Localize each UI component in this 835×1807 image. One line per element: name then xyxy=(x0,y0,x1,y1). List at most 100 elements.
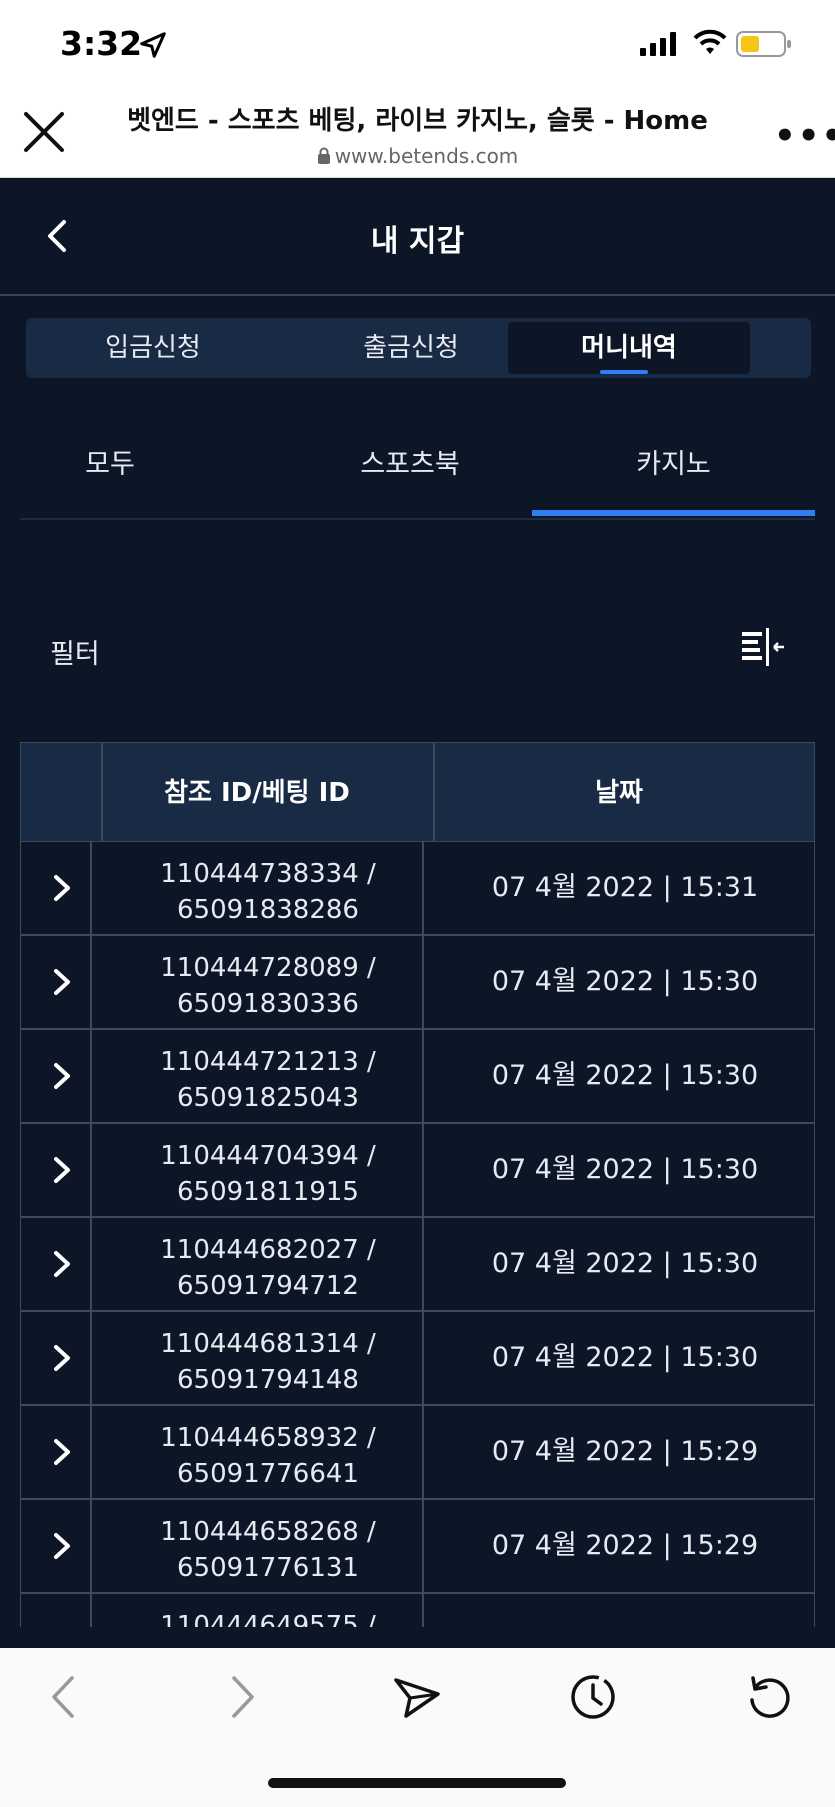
active-tab-indicator xyxy=(600,370,648,374)
table-row[interactable]: 110444721213 / 65091825043 07 4월 2022 | 15… xyxy=(20,1030,815,1124)
ref-id-cell: 110444682027 / 65091794712 xyxy=(103,1232,433,1304)
ref-id-cell: 110444658268 / 65091776131 xyxy=(103,1514,433,1586)
history-table: 참조 ID/베팅 ID 날짜 110444738334 / 65091838286… xyxy=(20,742,815,1627)
chevron-right-icon[interactable] xyxy=(51,1154,73,1186)
bet-id: 65091776131 xyxy=(177,1553,359,1583)
home-indicator xyxy=(268,1778,566,1788)
battery-icon xyxy=(736,31,791,57)
date-cell: 07 4월 2022 | 15:30 xyxy=(491,1060,759,1091)
tab-money-history[interactable]: 머니내역 xyxy=(508,322,750,374)
url-text: www.betends.com xyxy=(334,144,519,168)
table-row[interactable]: 110444682027 / 65091794712 07 4월 2022 | 15… xyxy=(20,1218,815,1312)
column-divider xyxy=(90,1218,92,1310)
status-bar: 3:32 xyxy=(0,0,835,92)
ref-id: 110444681314 / xyxy=(160,1329,376,1359)
reload-icon[interactable] xyxy=(744,1672,794,1722)
ref-id-cell: 110444704394 / 65091811915 xyxy=(103,1138,433,1210)
header-ref-id: 참조 ID/베팅 ID xyxy=(164,778,350,808)
table-row[interactable]: 110444704394 / 65091811915 07 4월 2022 | 15… xyxy=(20,1124,815,1218)
ref-id-cell: 110444728089 / 65091830336 xyxy=(103,950,433,1022)
tab-money-history-label: 머니내역 xyxy=(581,333,677,363)
ref-id: 110444682027 / xyxy=(160,1235,376,1265)
status-time: 3:32 xyxy=(60,24,143,63)
chevron-right-icon[interactable] xyxy=(51,1624,73,1627)
chevron-right-icon[interactable] xyxy=(51,1342,73,1374)
page-header: 내 지갑 xyxy=(0,178,835,296)
ref-id-cell: 110444721213 / 65091825043 xyxy=(103,1044,433,1116)
history-icon[interactable] xyxy=(568,1672,618,1722)
column-divider xyxy=(90,1500,92,1592)
column-divider xyxy=(90,1124,92,1216)
browser-page-title: 벳엔드 - 스포츠 베팅, 라이브 카지노, 슬롯 - Home xyxy=(127,106,708,136)
browser-header: 벳엔드 - 스포츠 베팅, 라이브 카지노, 슬롯 - Home www.bet… xyxy=(0,92,835,178)
share-icon[interactable] xyxy=(392,1672,442,1722)
header-date: 날짜 xyxy=(595,778,643,808)
table-row[interactable]: 110444658932 / 65091776641 07 4월 2022 | 15… xyxy=(20,1406,815,1500)
bet-id: 65091794712 xyxy=(177,1271,359,1301)
back-arrow-icon[interactable] xyxy=(40,1672,90,1722)
location-arrow-icon xyxy=(140,32,166,58)
tab-withdraw[interactable]: 출금신청 xyxy=(290,322,532,374)
forward-arrow-icon[interactable] xyxy=(216,1672,266,1722)
table-row[interactable]: 110444728089 / 65091830336 07 4월 2022 | 15… xyxy=(20,936,815,1030)
chevron-right-icon[interactable] xyxy=(51,872,73,904)
chevron-right-icon[interactable] xyxy=(51,966,73,998)
column-divider xyxy=(433,743,435,841)
lock-icon xyxy=(317,147,330,164)
more-icon[interactable]: ••• xyxy=(774,116,835,156)
table-row[interactable]: 110444681314 / 65091794148 07 4월 2022 | 15… xyxy=(20,1312,815,1406)
bet-id: 65091794148 xyxy=(177,1365,359,1395)
filter-panel-icon[interactable] xyxy=(740,628,788,668)
date-cell: 07 4월 2022 | 15:31 xyxy=(491,872,759,903)
chevron-right-icon[interactable] xyxy=(51,1248,73,1280)
browser-url[interactable]: www.betends.com xyxy=(100,144,735,168)
ref-id: 110444738334 / xyxy=(160,859,376,889)
chevron-right-icon[interactable] xyxy=(51,1436,73,1468)
ref-id: 110444658932 / xyxy=(160,1423,376,1453)
table-header: 참조 ID/베팅 ID 날짜 xyxy=(20,742,815,842)
ref-id: 110444649575 / xyxy=(160,1611,376,1627)
column-divider xyxy=(90,1406,92,1498)
ref-id-cell: 110444649575 / xyxy=(103,1608,433,1627)
ref-id-cell: 110444681314 / 65091794148 xyxy=(103,1326,433,1398)
ref-id-cell: 110444658932 / 65091776641 xyxy=(103,1420,433,1492)
ref-id: 110444728089 / xyxy=(160,953,376,983)
date-cell: 07 4월 2022 | 15:30 xyxy=(491,966,759,997)
subtab-casino[interactable]: 카지노 xyxy=(532,442,815,481)
table-row[interactable]: 110444658268 / 65091776131 07 4월 2022 | 15… xyxy=(20,1500,815,1594)
wallet-tabs: 입금신청 출금신청 머니내역 xyxy=(26,318,811,378)
cellular-signal-icon xyxy=(640,32,676,56)
tab-deposit[interactable]: 입금신청 xyxy=(32,322,274,374)
page-title: 내 지갑 xyxy=(370,224,465,259)
subtab-sportsbook[interactable]: 스포츠북 xyxy=(260,442,560,481)
ref-id: 110444721213 / xyxy=(160,1047,376,1077)
date-cell xyxy=(435,1594,815,1627)
column-divider xyxy=(90,1594,92,1627)
date-cell: 07 4월 2022 | 15:29 xyxy=(491,1436,759,1467)
ref-id: 110444704394 / xyxy=(160,1141,376,1171)
bet-id: 65091830336 xyxy=(177,989,359,1019)
subtab-all[interactable]: 모두 xyxy=(20,442,200,481)
bet-id: 65091776641 xyxy=(177,1459,359,1489)
bet-id: 65091811915 xyxy=(177,1177,359,1207)
ref-id: 110444658268 / xyxy=(160,1517,376,1547)
bet-id: 65091838286 xyxy=(177,895,359,925)
active-subtab-indicator xyxy=(532,510,815,516)
ref-id-cell: 110444738334 / 65091838286 xyxy=(103,856,433,928)
column-divider xyxy=(90,1312,92,1404)
filter-label[interactable]: 필터 xyxy=(50,632,100,671)
column-divider xyxy=(101,743,103,841)
table-row[interactable]: 110444738334 / 65091838286 07 4월 2022 | 15… xyxy=(20,842,815,936)
date-cell: 07 4월 2022 | 15:30 xyxy=(491,1342,759,1373)
column-divider xyxy=(90,936,92,1028)
date-cell: 07 4월 2022 | 15:30 xyxy=(491,1248,759,1279)
close-icon[interactable] xyxy=(22,110,66,154)
table-row[interactable]: 110444649575 / xyxy=(20,1594,815,1627)
column-divider xyxy=(90,1030,92,1122)
chevron-right-icon[interactable] xyxy=(51,1060,73,1092)
history-subtabs: 모두 스포츠북 카지노 xyxy=(20,420,815,520)
bet-id: 65091825043 xyxy=(177,1083,359,1113)
chevron-right-icon[interactable] xyxy=(51,1530,73,1562)
wifi-icon xyxy=(693,29,727,54)
date-cell: 07 4월 2022 | 15:29 xyxy=(491,1530,759,1561)
